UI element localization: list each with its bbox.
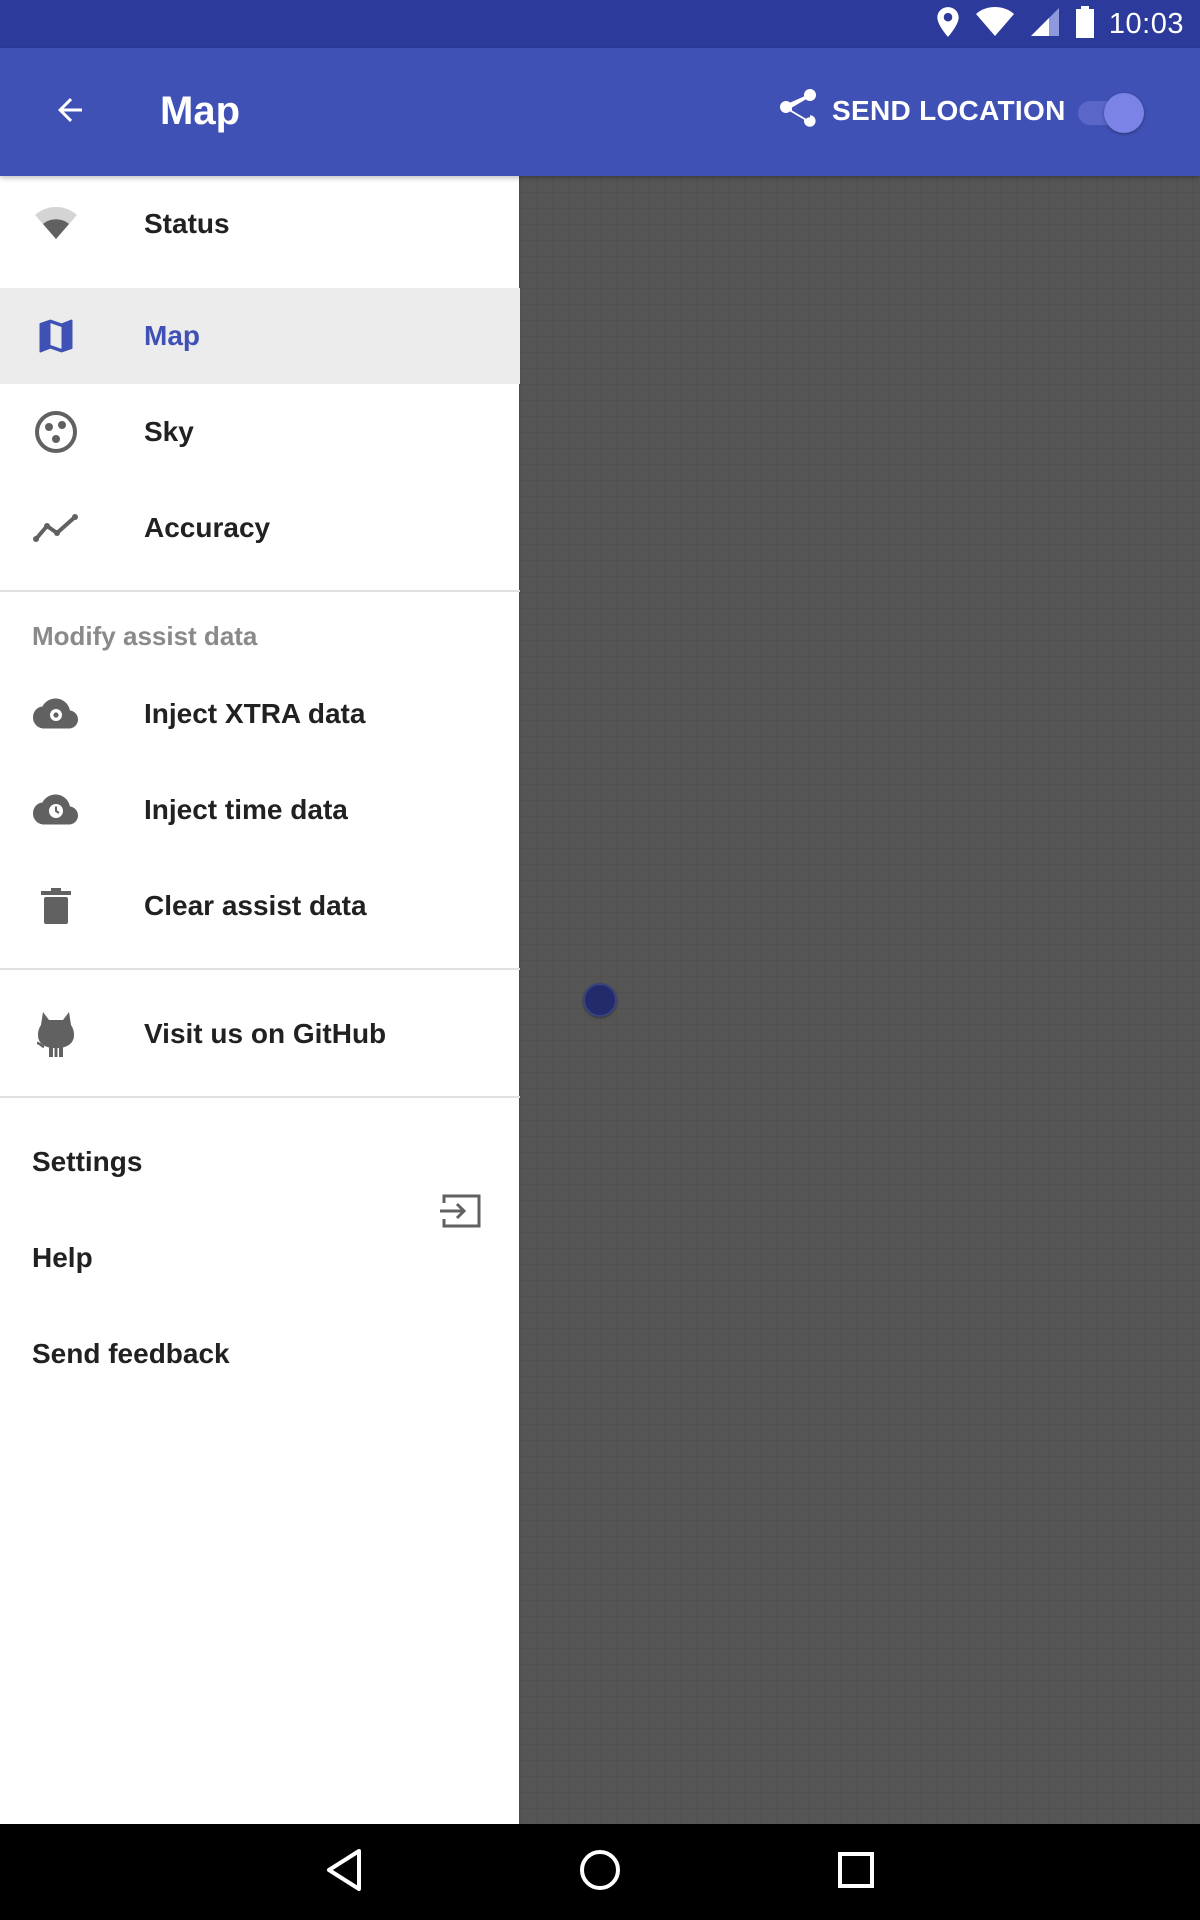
app-bar: Map SEND LOCATION — [0, 48, 1200, 176]
share-icon — [774, 85, 822, 138]
map-view[interactable] — [520, 176, 1200, 1824]
clock: 10:03 — [1108, 7, 1184, 40]
drawer-item-settings[interactable]: Settings — [0, 1114, 520, 1210]
system-nav-bar — [0, 1824, 1200, 1920]
github-icon — [32, 1010, 80, 1058]
drawer-item-status[interactable]: Status — [0, 176, 520, 272]
assist-section-header: Modify assist data — [32, 621, 258, 651]
battery-icon — [1075, 5, 1095, 43]
drawer-item-sky[interactable]: Sky — [0, 384, 520, 480]
home-circle-icon — [578, 1848, 622, 1897]
divider — [0, 968, 520, 970]
status-bar: 10:03 — [0, 0, 1200, 48]
location-marker — [583, 983, 617, 1017]
drawer-item-label: Inject XTRA data — [144, 698, 366, 729]
system-back-button[interactable] — [316, 1844, 372, 1900]
drawer-item-github[interactable]: Visit us on GitHub — [0, 986, 520, 1082]
drawer-item-label: Accuracy — [144, 512, 271, 543]
location-toggle[interactable] — [1076, 87, 1146, 137]
trash-icon — [32, 882, 80, 930]
back-triangle-icon — [324, 1848, 364, 1897]
wifi-icon — [32, 200, 80, 248]
drawer-item-label: Visit us on GitHub — [144, 1018, 387, 1049]
satellite-icon — [32, 408, 80, 456]
navigation-drawer: Status Map Sky Accuracy Modify assist da… — [0, 176, 520, 1824]
drawer-item-label: Help — [32, 1242, 93, 1273]
cloud-clock-icon — [32, 786, 80, 834]
drawer-item-map[interactable]: Map — [0, 288, 520, 384]
send-location-button[interactable]: SEND LOCATION — [774, 81, 1066, 141]
recents-square-icon — [837, 1851, 875, 1894]
page-title: Map — [160, 89, 240, 133]
drawer-item-label: Map — [144, 320, 200, 351]
system-home-button[interactable] — [572, 1844, 628, 1900]
drawer-item-label: Inject time data — [144, 794, 348, 825]
drawer-item-label: Clear assist data — [144, 890, 367, 921]
drawer-item-accuracy[interactable]: Accuracy — [0, 480, 520, 576]
location-icon — [935, 6, 961, 43]
wifi-icon — [975, 6, 1015, 42]
drawer-item-label: Sky — [144, 416, 194, 447]
drawer-item-help[interactable]: Help — [0, 1210, 520, 1306]
divider — [0, 590, 520, 592]
cloud-settings-icon — [32, 690, 80, 738]
system-recents-button[interactable] — [828, 1844, 884, 1900]
drawer-item-clear-assist[interactable]: Clear assist data — [0, 858, 520, 954]
signal-icon — [1029, 6, 1061, 43]
toggle-thumb — [1104, 93, 1144, 133]
status-icons: 10:03 — [921, 0, 1200, 48]
divider — [0, 1096, 520, 1098]
arrow-back-icon — [52, 92, 88, 133]
drawer-item-label: Send feedback — [32, 1338, 230, 1369]
drawer-item-send-feedback[interactable]: Send feedback — [0, 1306, 520, 1402]
drawer-item-inject-xtra[interactable]: Inject XTRA data — [0, 666, 520, 762]
back-button[interactable] — [40, 82, 100, 142]
send-location-label: SEND LOCATION — [832, 95, 1066, 126]
drawer-item-label: Status — [144, 208, 230, 239]
map-icon — [32, 312, 80, 360]
chart-line-icon — [32, 504, 80, 552]
drawer-item-label: Settings — [32, 1146, 143, 1177]
drawer-item-inject-time[interactable]: Inject time data — [0, 762, 520, 858]
